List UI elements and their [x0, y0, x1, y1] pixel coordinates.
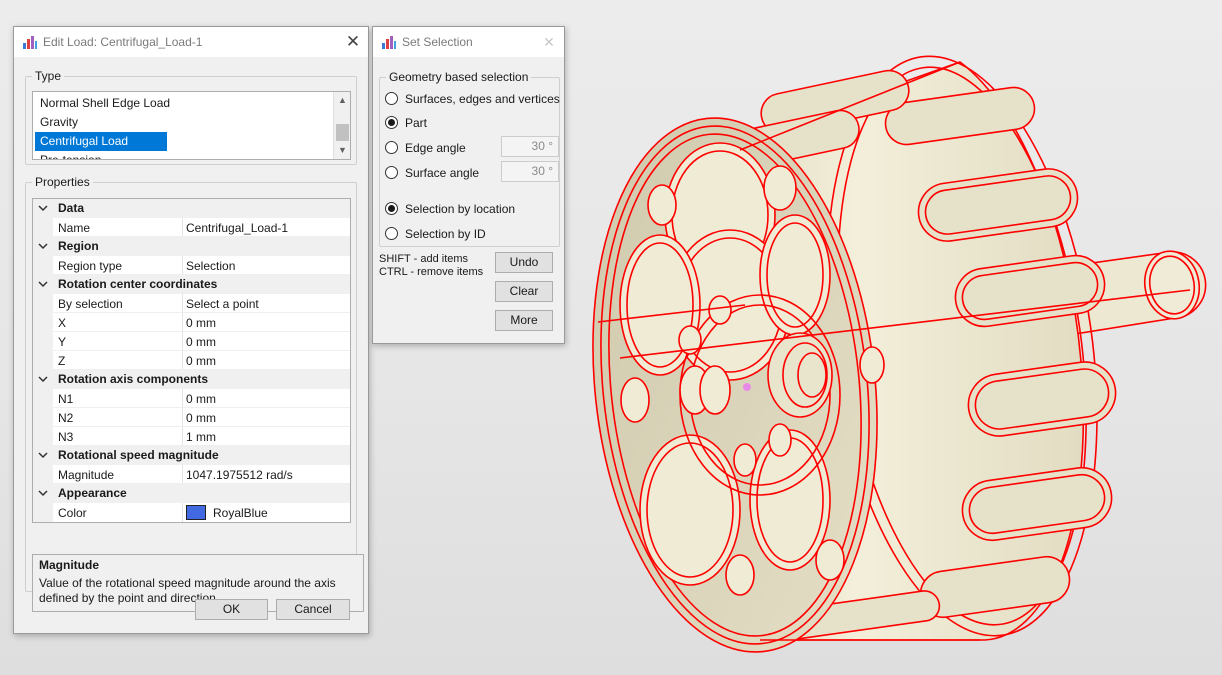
list-item-selected[interactable]: Centrifugal Load — [35, 132, 167, 151]
shift-hint: SHIFT - add items — [379, 253, 469, 265]
property-row-n2[interactable]: N2 0 mm — [33, 408, 350, 427]
n2-value[interactable]: 0 mm — [186, 411, 216, 425]
chevron-down-icon[interactable] — [38, 203, 48, 213]
property-row-y[interactable]: Y 0 mm — [33, 332, 350, 351]
undo-button[interactable]: Undo — [495, 252, 553, 273]
clear-button[interactable]: Clear — [495, 281, 553, 302]
property-row-z[interactable]: Z 0 mm — [33, 351, 350, 370]
property-row-region-type[interactable]: Region type Selection — [33, 256, 350, 275]
category-region[interactable]: Region — [33, 237, 350, 256]
geometry-selection-group: Geometry based selection Surfaces, edges… — [379, 70, 560, 247]
cancel-button[interactable]: Cancel — [276, 599, 350, 620]
category-rotation-center[interactable]: Rotation center coordinates — [33, 275, 350, 294]
category-rotation-axis[interactable]: Rotation axis components — [33, 370, 350, 389]
name-value[interactable]: Centrifugal_Load-1 — [186, 221, 288, 235]
load-type-list[interactable]: Normal Shell Edge Load Gravity Centrifug… — [32, 91, 351, 160]
chevron-down-icon[interactable] — [38, 450, 48, 460]
property-grid[interactable]: Data Name Centrifugal_Load-1 Region Regi… — [32, 198, 351, 523]
property-row-magnitude[interactable]: Magnitude 1047.1975512 rad/s — [33, 465, 350, 484]
category-data[interactable]: Data — [33, 199, 350, 218]
list-scrollbar[interactable]: ▲ ▼ — [333, 92, 350, 159]
geometry-group-label: Geometry based selection — [386, 70, 532, 84]
close-icon[interactable]: ✕ — [342, 31, 364, 53]
edit-load-titlebar[interactable]: Edit Load: Centrifugal_Load-1 ✕ — [14, 27, 368, 57]
category-appearance[interactable]: Appearance — [33, 484, 350, 503]
more-button[interactable]: More — [495, 310, 553, 331]
magnitude-value[interactable]: 1047.1975512 rad/s — [186, 468, 293, 482]
region-type-value[interactable]: Selection — [186, 259, 235, 273]
type-group-label: Type — [32, 69, 65, 83]
edge-angle-field[interactable]: 30 ° — [501, 136, 559, 157]
type-group: Type Normal Shell Edge Load Gravity Cent… — [25, 69, 357, 165]
scroll-up-icon[interactable]: ▲ — [334, 92, 350, 109]
scroll-down-icon[interactable]: ▼ — [334, 142, 350, 159]
app-icon — [382, 36, 396, 49]
color-swatch[interactable] — [186, 505, 206, 520]
ok-button[interactable]: OK — [195, 599, 268, 620]
selection-point-marker — [743, 383, 751, 391]
z-value[interactable]: 0 mm — [186, 354, 216, 368]
close-icon[interactable]: ✕ — [538, 31, 560, 53]
ctrl-hint: CTRL - remove items — [379, 266, 484, 278]
list-item[interactable]: Pre-tension — [35, 151, 101, 159]
list-item[interactable]: Normal Shell Edge Load — [35, 94, 170, 113]
property-row-x[interactable]: X 0 mm — [33, 313, 350, 332]
chevron-down-icon[interactable] — [38, 488, 48, 498]
app-icon — [23, 36, 37, 49]
dialog-title: Edit Load: Centrifugal_Load-1 — [43, 35, 203, 49]
n3-value[interactable]: 1 mm — [186, 430, 216, 444]
color-value[interactable]: RoyalBlue — [213, 506, 268, 520]
n1-value[interactable]: 0 mm — [186, 392, 216, 406]
dialog-title: Set Selection — [402, 35, 473, 49]
properties-group-label: Properties — [32, 175, 93, 189]
property-row-name[interactable]: Name Centrifugal_Load-1 — [33, 218, 350, 237]
properties-group: Properties Data Name Centrifugal_Load-1 … — [25, 175, 357, 592]
property-row-color[interactable]: Color RoyalBlue — [33, 503, 350, 522]
edit-load-dialog: Edit Load: Centrifugal_Load-1 ✕ Type Nor… — [13, 26, 369, 634]
x-value[interactable]: 0 mm — [186, 316, 216, 330]
set-selection-dialog: Set Selection ✕ Geometry based selection… — [372, 26, 565, 344]
scroll-thumb[interactable] — [336, 124, 349, 141]
by-selection-value[interactable]: Select a point — [186, 297, 259, 311]
property-row-n3[interactable]: N3 1 mm — [33, 427, 350, 446]
chevron-down-icon[interactable] — [38, 279, 48, 289]
y-value[interactable]: 0 mm — [186, 335, 216, 349]
property-row-n1[interactable]: N1 0 mm — [33, 389, 350, 408]
surface-angle-field[interactable]: 30 ° — [501, 161, 559, 182]
property-row-by-selection[interactable]: By selection Select a point — [33, 294, 350, 313]
chevron-down-icon[interactable] — [38, 374, 48, 384]
set-selection-titlebar[interactable]: Set Selection ✕ — [373, 27, 564, 57]
category-rotational-speed[interactable]: Rotational speed magnitude — [33, 446, 350, 465]
chevron-down-icon[interactable] — [38, 241, 48, 251]
list-item[interactable]: Gravity — [35, 113, 78, 132]
description-title: Magnitude — [39, 558, 99, 572]
